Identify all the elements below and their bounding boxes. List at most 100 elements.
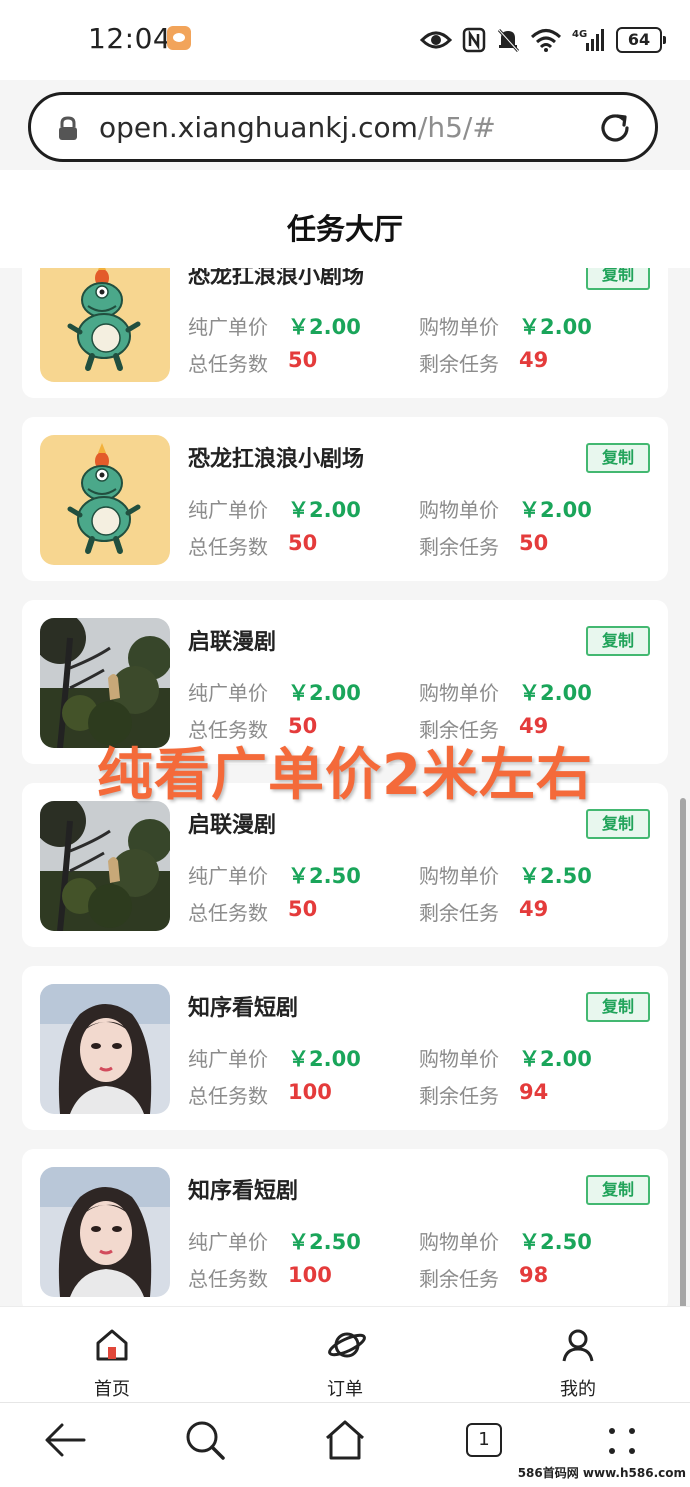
search-icon[interactable] — [184, 1419, 226, 1461]
battery-indicator: 64 — [616, 27, 666, 53]
page-header: 任务大厅 — [0, 170, 690, 268]
copy-button[interactable]: 复制 — [586, 1175, 650, 1205]
shopping-price-label: 购物单价 — [419, 681, 499, 705]
task-thumbnail[interactable] — [40, 435, 170, 565]
total-tasks-value: 50 — [288, 531, 318, 555]
pure-ad-price-value: ￥2.00 — [288, 498, 361, 522]
task-card[interactable]: 知序看短剧 复制纯广单价 ￥2.00 购物单价 ￥2.00 总任务数 100 剩余任务 94 — [22, 966, 668, 1130]
shopping-price-value: ￥2.00 — [519, 681, 592, 705]
watermark: 586首码网 www.h586.com — [517, 1466, 686, 1480]
pure-ad-price-label: 纯广单价 — [188, 864, 268, 888]
task-card[interactable]: 恐龙扛浪浪小剧场 复制 纯广单价 ￥2.00 购物单价 ￥2.00 总任务数 50 剩余任务 50 — [22, 417, 668, 581]
shopping-price-value: ￥2.50 — [519, 864, 592, 888]
status-time: 12:04 — [88, 22, 172, 55]
task-thumbnail[interactable] — [40, 984, 170, 1114]
copy-button[interactable]: 复制 — [586, 443, 650, 473]
task-card[interactable]: 恐龙扛浪浪小剧场 复制 纯广单价 ￥2.00 购物单价 ￥2.00 总任务数 50 剩余任务 49 — [22, 268, 668, 398]
pure-ad-price-label: 纯广单价 — [188, 315, 268, 339]
pure-ad-price-label: 纯广单价 — [188, 1047, 268, 1071]
tab-count-button[interactable]: 1 — [466, 1423, 502, 1457]
pure-ad-price-label: 纯广单价 — [188, 498, 268, 522]
app-notification-icon — [167, 26, 191, 50]
scrollbar[interactable] — [680, 798, 686, 1306]
cellular-signal-icon: 4G — [572, 29, 604, 51]
copy-button[interactable]: 复制 — [586, 626, 650, 656]
remaining-tasks-value: 50 — [519, 531, 549, 555]
shopping-price-value: ￥2.00 — [519, 1047, 592, 1071]
tab-orders[interactable]: 订单 — [285, 1307, 405, 1403]
remaining-tasks-value: 49 — [519, 897, 549, 921]
overlay-caption: 纯看广单价2米左右 — [97, 743, 593, 808]
shopping-price-label: 购物单价 — [419, 864, 499, 888]
url-path: /h5/# — [417, 111, 496, 144]
total-tasks-value: 50 — [288, 348, 318, 372]
tab-home[interactable]: 首页 — [52, 1307, 172, 1403]
task-thumbnail[interactable] — [40, 618, 170, 748]
user-icon — [562, 1329, 594, 1362]
pure-ad-price-value: ￥2.00 — [288, 315, 361, 339]
planet-icon — [328, 1332, 366, 1358]
copy-button[interactable]: 复制 — [586, 992, 650, 1022]
total-tasks-label: 总任务数 — [188, 535, 268, 559]
copy-button[interactable]: 复制 — [586, 268, 650, 290]
pure-ad-price-value: ￥2.00 — [288, 1047, 361, 1071]
shopping-price-label: 购物单价 — [419, 1230, 499, 1254]
nfc-icon — [462, 27, 486, 53]
tab-mine[interactable]: 我的 — [518, 1307, 638, 1403]
task-title[interactable]: 知序看短剧 — [188, 990, 298, 1022]
wifi-icon — [530, 29, 562, 52]
home-nav-icon[interactable] — [324, 1419, 366, 1461]
task-title[interactable]: 恐龙扛浪浪小剧场 — [188, 268, 364, 290]
pure-ad-price-value: ￥2.00 — [288, 681, 361, 705]
shopping-price-value: ￥2.00 — [519, 498, 592, 522]
remaining-tasks-value: 49 — [519, 348, 549, 372]
eye-icon — [420, 31, 452, 49]
more-dots-icon[interactable] — [604, 1419, 640, 1461]
total-tasks-label: 总任务数 — [188, 352, 268, 376]
browser-url-bar[interactable]: open.xianghuankj.com/h5/# — [28, 92, 658, 162]
pure-ad-price-label: 纯广单价 — [188, 681, 268, 705]
total-tasks-label: 总任务数 — [188, 901, 268, 925]
total-tasks-label: 总任务数 — [188, 1084, 268, 1108]
task-thumbnail[interactable] — [40, 1167, 170, 1297]
home-icon — [96, 1329, 128, 1361]
reload-icon[interactable] — [597, 110, 633, 146]
tab-home-label: 首页 — [94, 1379, 130, 1400]
task-thumbnail[interactable] — [40, 801, 170, 931]
svg-text:4G: 4G — [572, 29, 587, 40]
shopping-price-value: ￥2.50 — [519, 1230, 592, 1254]
mute-bell-icon — [497, 28, 520, 53]
browser-nav-bar: 1 586首码网 www.h586.com — [0, 1402, 690, 1487]
shopping-price-label: 购物单价 — [419, 1047, 499, 1071]
task-title[interactable]: 知序看短剧 — [188, 1173, 298, 1205]
total-tasks-value: 100 — [288, 1263, 332, 1287]
tab-mine-label: 我的 — [560, 1379, 596, 1400]
status-icons: 4G 64 — [420, 24, 666, 56]
back-arrow-icon[interactable] — [44, 1419, 86, 1461]
copy-button[interactable]: 复制 — [586, 809, 650, 839]
pure-ad-price-value: ￥2.50 — [288, 864, 361, 888]
task-title[interactable]: 恐龙扛浪浪小剧场 — [188, 441, 364, 473]
shopping-price-label: 购物单价 — [419, 315, 499, 339]
remaining-tasks-label: 剩余任务 — [419, 1267, 499, 1291]
task-title[interactable]: 启联漫剧 — [188, 807, 276, 839]
total-tasks-value: 100 — [288, 1080, 332, 1104]
pure-ad-price-value: ￥2.50 — [288, 1230, 361, 1254]
url-text[interactable]: open.xianghuankj.com/h5/# — [99, 111, 496, 144]
task-title[interactable]: 启联漫剧 — [188, 624, 276, 656]
remaining-tasks-label: 剩余任务 — [419, 1084, 499, 1108]
url-host: open.xianghuankj.com — [99, 111, 418, 144]
task-card[interactable]: 知序看短剧 复制 纯广单价 ￥2.50 购物单价 ￥2.50 总任务数 100 剩余任务 98 — [22, 1149, 668, 1306]
remaining-tasks-value: 94 — [519, 1080, 549, 1104]
remaining-tasks-label: 剩余任务 — [419, 901, 499, 925]
status-bar: 12:04 4G 64 — [0, 0, 690, 80]
tab-orders-label: 订单 — [327, 1379, 363, 1400]
bottom-tab-bar: 首页 订单 我的 — [0, 1306, 690, 1403]
lock-icon — [59, 116, 77, 140]
total-tasks-value: 50 — [288, 897, 318, 921]
page-title: 任务大厅 — [286, 212, 403, 246]
shopping-price-label: 购物单价 — [419, 498, 499, 522]
remaining-tasks-value: 98 — [519, 1263, 549, 1287]
pure-ad-price-label: 纯广单价 — [188, 1230, 268, 1254]
task-thumbnail[interactable] — [40, 268, 170, 382]
